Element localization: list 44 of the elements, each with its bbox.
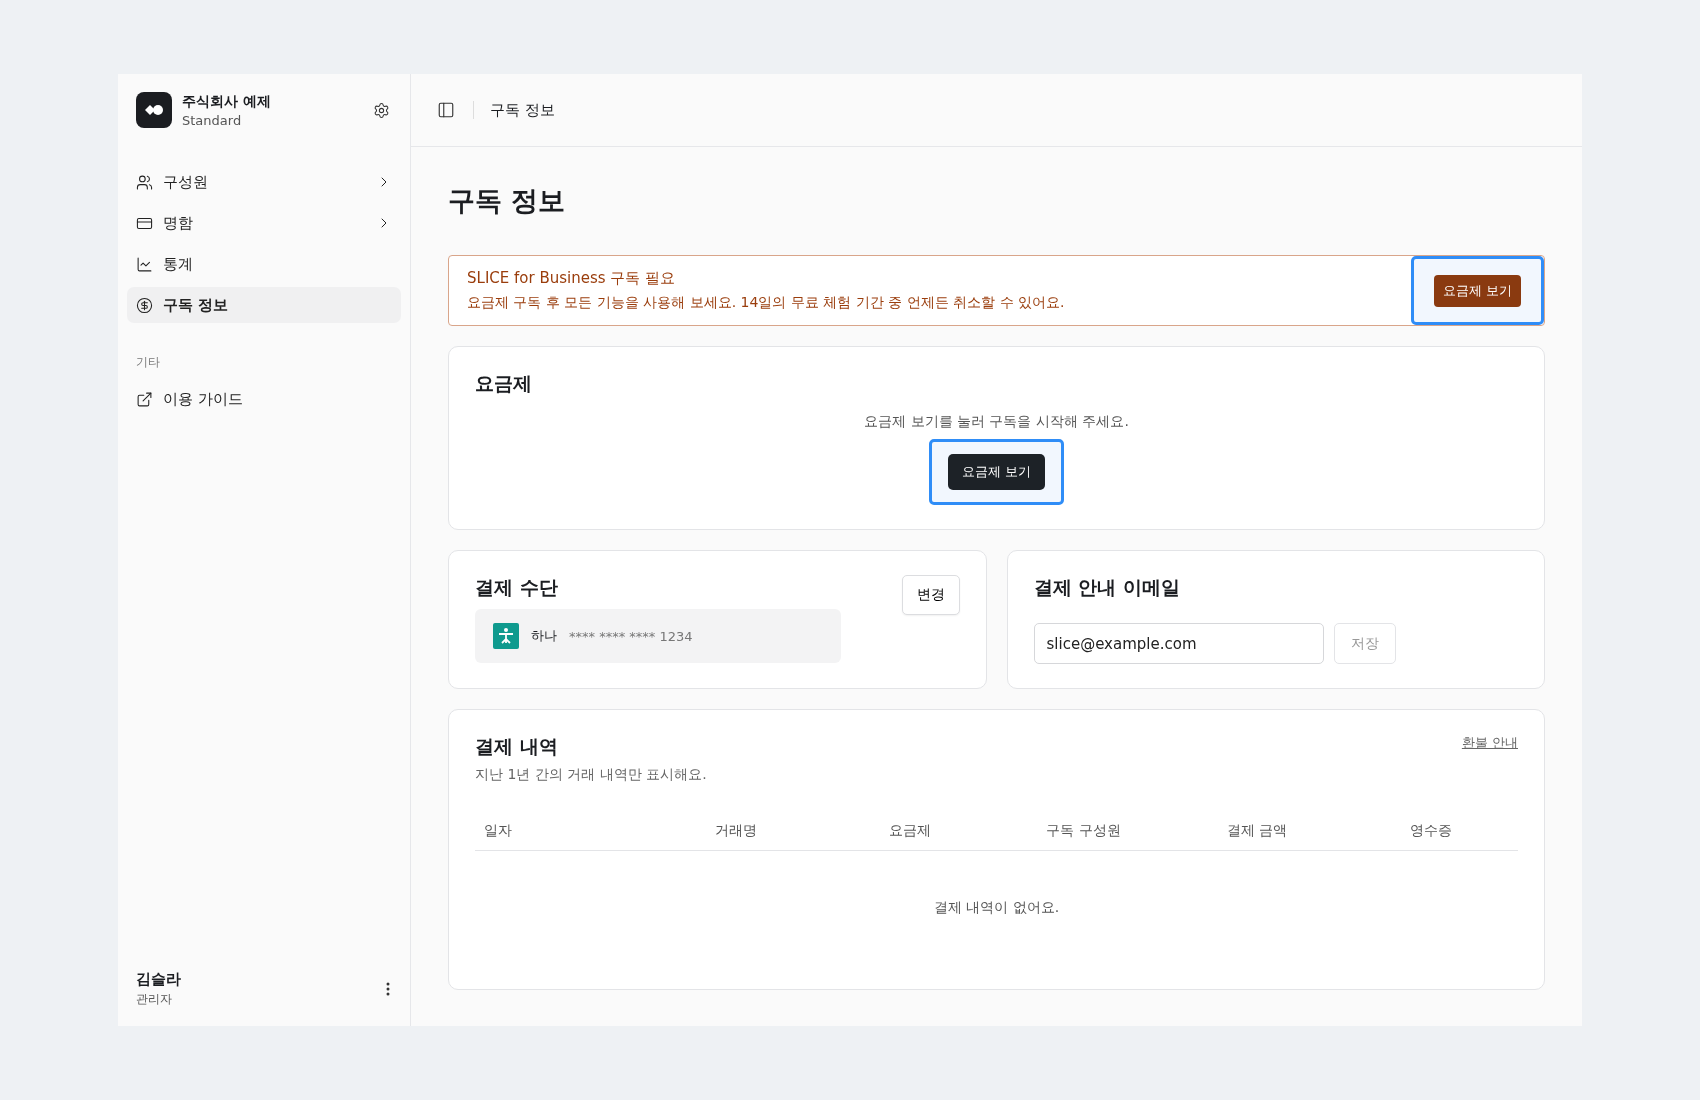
workspace-logo-icon — [136, 92, 172, 128]
card-title: 결제 내역 — [475, 734, 559, 759]
alert-title: SLICE for Business 구독 필요 — [467, 269, 677, 288]
sidebar-toggle-icon — [437, 101, 455, 119]
card-title: 결제 안내 이메일 — [1033, 575, 1181, 600]
refund-link[interactable]: 환불 안내 — [1461, 734, 1518, 752]
user-role: 관리자 — [136, 991, 173, 1008]
plan-name: Standard — [182, 112, 243, 128]
empty-message: 결제 내역이 없어요. — [933, 899, 1060, 917]
email-input-field[interactable]: slice@example.com — [1033, 623, 1324, 664]
column-header: 거래명 — [713, 821, 758, 840]
workspace-name: 주식회사 예제 — [182, 92, 272, 111]
sidebar-item[interactable]: 통계 — [127, 246, 401, 282]
section-title: 기타 — [135, 354, 161, 371]
page-title: 구독 정보 — [448, 184, 567, 218]
settings-icon — [373, 101, 390, 119]
more-button[interactable] — [384, 980, 392, 998]
change-button[interactable]: 변경 — [901, 575, 960, 615]
card-title: 결제 수단 — [475, 575, 558, 600]
column-header: 결제 금액 — [1226, 821, 1289, 840]
column-header: 영수증 — [1409, 821, 1454, 840]
sidebar-item[interactable]: 구독 정보 — [127, 287, 401, 323]
sidebar-item[interactable]: 명함 — [127, 205, 401, 241]
breadcrumb: 구독 정보 — [490, 100, 555, 120]
card-title: 요금제 — [475, 371, 533, 396]
plan-message: 요금제 보기를 눌러 구독을 시작해 주세요. — [864, 413, 1129, 431]
bank-name: 하나 — [531, 627, 557, 645]
column-header: 일자 — [483, 821, 513, 840]
card-number: **** **** **** 1234 — [569, 628, 693, 644]
card-subtitle: 지난 1년 간의 거래 내역만 표시해요. — [475, 766, 707, 784]
user-name: 김슬라 — [136, 970, 182, 989]
dollar-icon — [136, 296, 153, 314]
column-header: 구독 구성원 — [1045, 821, 1122, 840]
view-plans-button[interactable]: 요금제 보기 — [1433, 274, 1521, 307]
external-link-icon — [136, 390, 153, 408]
more-icon — [386, 982, 390, 996]
users-icon — [136, 173, 153, 191]
view-plans-button[interactable]: 요금제 보기 — [947, 454, 1046, 490]
sidebar-item[interactable]: 구성원 — [127, 164, 401, 200]
alert-message: 요금제 구독 후 모든 기능을 사용해 보세요. 14일의 무료 체험 기간 중 언제든 취소할 수 있어요. — [467, 294, 1066, 312]
line-chart-icon — [136, 255, 153, 273]
sidebar-item[interactable]: 이용 가이드 — [127, 381, 401, 417]
bank-logo-icon — [493, 623, 519, 649]
column-header: 요금제 — [887, 821, 932, 840]
